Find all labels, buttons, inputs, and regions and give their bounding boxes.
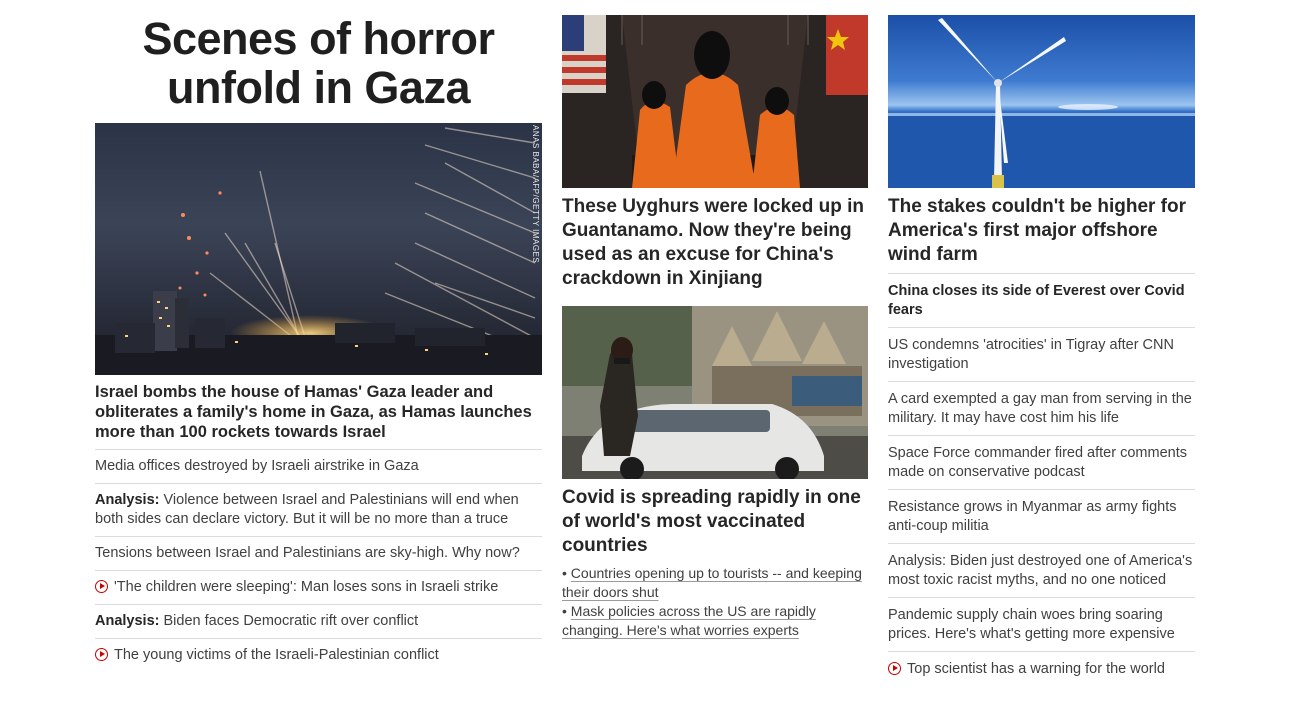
covid-related-links: • Countries opening up to tourists -- an…	[562, 564, 868, 640]
uyghurs-headline[interactable]: These Uyghurs were locked up in Guantana…	[562, 195, 868, 291]
wind-turbine-illustration	[888, 18, 1195, 188]
banner-headline[interactable]: Scenes of horror unfold in Gaza	[95, 14, 542, 112]
story-link[interactable]: Media offices destroyed by Israeli airst…	[95, 458, 419, 474]
list-item[interactable]: Pandemic supply chain woes bring soaring…	[888, 597, 1195, 651]
bullet: •	[562, 603, 567, 619]
video-story-link[interactable]: Top scientist has a warning for the worl…	[907, 661, 1165, 677]
rocket-trails-illustration	[95, 127, 542, 375]
analysis-label: Analysis:	[95, 492, 160, 508]
list-item[interactable]: Media offices destroyed by Israeli airst…	[95, 449, 542, 483]
list-item: • Mask policies across the US are rapidl…	[562, 602, 868, 640]
guantanamo-uyghurs-image[interactable]	[562, 15, 868, 188]
list-item[interactable]: 'The children were sleeping': Man loses …	[95, 570, 542, 604]
list-item[interactable]: Tensions between Israel and Palestinians…	[95, 536, 542, 570]
video-story-link[interactable]: The young victims of the Israeli-Palesti…	[114, 647, 439, 663]
list-item[interactable]: Top scientist has a warning for the worl…	[888, 651, 1195, 686]
covid-headline[interactable]: Covid is spreading rapidly in one of wor…	[562, 486, 868, 558]
list-item: • Countries opening up to tourists -- an…	[562, 564, 868, 602]
list-item[interactable]: A card exempted a gay man from serving i…	[888, 381, 1195, 435]
related-stories-list: Media offices destroyed by Israeli airst…	[95, 449, 542, 672]
story-link[interactable]: Tensions between Israel and Palestinians…	[95, 545, 520, 561]
wind-turbine-image[interactable]	[888, 15, 1195, 188]
gaza-rockets-hero-image[interactable]: ANAS BABA/AFP/GETTY IMAGES	[95, 123, 542, 375]
list-item[interactable]: Space Force commander fired after commen…	[888, 435, 1195, 489]
list-item[interactable]: Resistance grows in Myanmar as army figh…	[888, 489, 1195, 543]
video-play-icon	[888, 662, 901, 675]
story-link[interactable]: Mask policies across the US are rapidly …	[562, 603, 816, 638]
story-link[interactable]: Analysis: Biden just destroyed one of Am…	[888, 553, 1192, 588]
top-story-headline[interactable]: Israel bombs the house of Hamas' Gaza le…	[95, 382, 542, 442]
story-link[interactable]: Pandemic supply chain woes bring soaring…	[888, 607, 1175, 642]
headlines-list: China closes its side of Everest over Co…	[888, 273, 1195, 686]
analysis-label: Analysis:	[95, 613, 160, 629]
top-story-column: Scenes of horror unfold in Gaza ANAS BAB…	[95, 14, 542, 663]
wind-farm-headline[interactable]: The stakes couldn't be higher for Americ…	[888, 195, 1195, 267]
story-link[interactable]: Countries opening up to tourists -- and …	[562, 565, 862, 600]
photo-credit: ANAS BABA/AFP/GETTY IMAGES	[531, 125, 540, 264]
list-item[interactable]: China closes its side of Everest over Co…	[888, 273, 1195, 327]
covid-seychelles-image[interactable]	[562, 306, 868, 479]
video-play-icon	[95, 580, 108, 593]
bullet: •	[562, 565, 567, 581]
story-link[interactable]: China closes its side of Everest over Co…	[888, 283, 1185, 318]
list-item[interactable]: Analysis: Violence between Israel and Pa…	[95, 483, 542, 536]
list-item[interactable]: Analysis: Biden just destroyed one of Am…	[888, 543, 1195, 597]
video-play-icon	[95, 648, 108, 661]
video-story-link[interactable]: 'The children were sleeping': Man loses …	[114, 579, 498, 595]
story-link[interactable]: Space Force commander fired after commen…	[888, 445, 1187, 480]
list-item[interactable]: Analysis: Biden faces Democratic rift ov…	[95, 604, 542, 638]
detainees-illustration	[562, 15, 868, 188]
street-scene-illustration	[562, 306, 868, 479]
list-item[interactable]: US condemns 'atrocities' in Tigray after…	[888, 327, 1195, 381]
story-link[interactable]: Violence between Israel and Palestinians…	[95, 492, 519, 527]
list-item[interactable]: The young victims of the Israeli-Palesti…	[95, 638, 542, 672]
story-link[interactable]: Biden faces Democratic rift over conflic…	[159, 613, 419, 629]
story-link[interactable]: A card exempted a gay man from serving i…	[888, 391, 1192, 426]
story-link[interactable]: Resistance grows in Myanmar as army figh…	[888, 499, 1177, 534]
story-link[interactable]: US condemns 'atrocities' in Tigray after…	[888, 337, 1174, 372]
